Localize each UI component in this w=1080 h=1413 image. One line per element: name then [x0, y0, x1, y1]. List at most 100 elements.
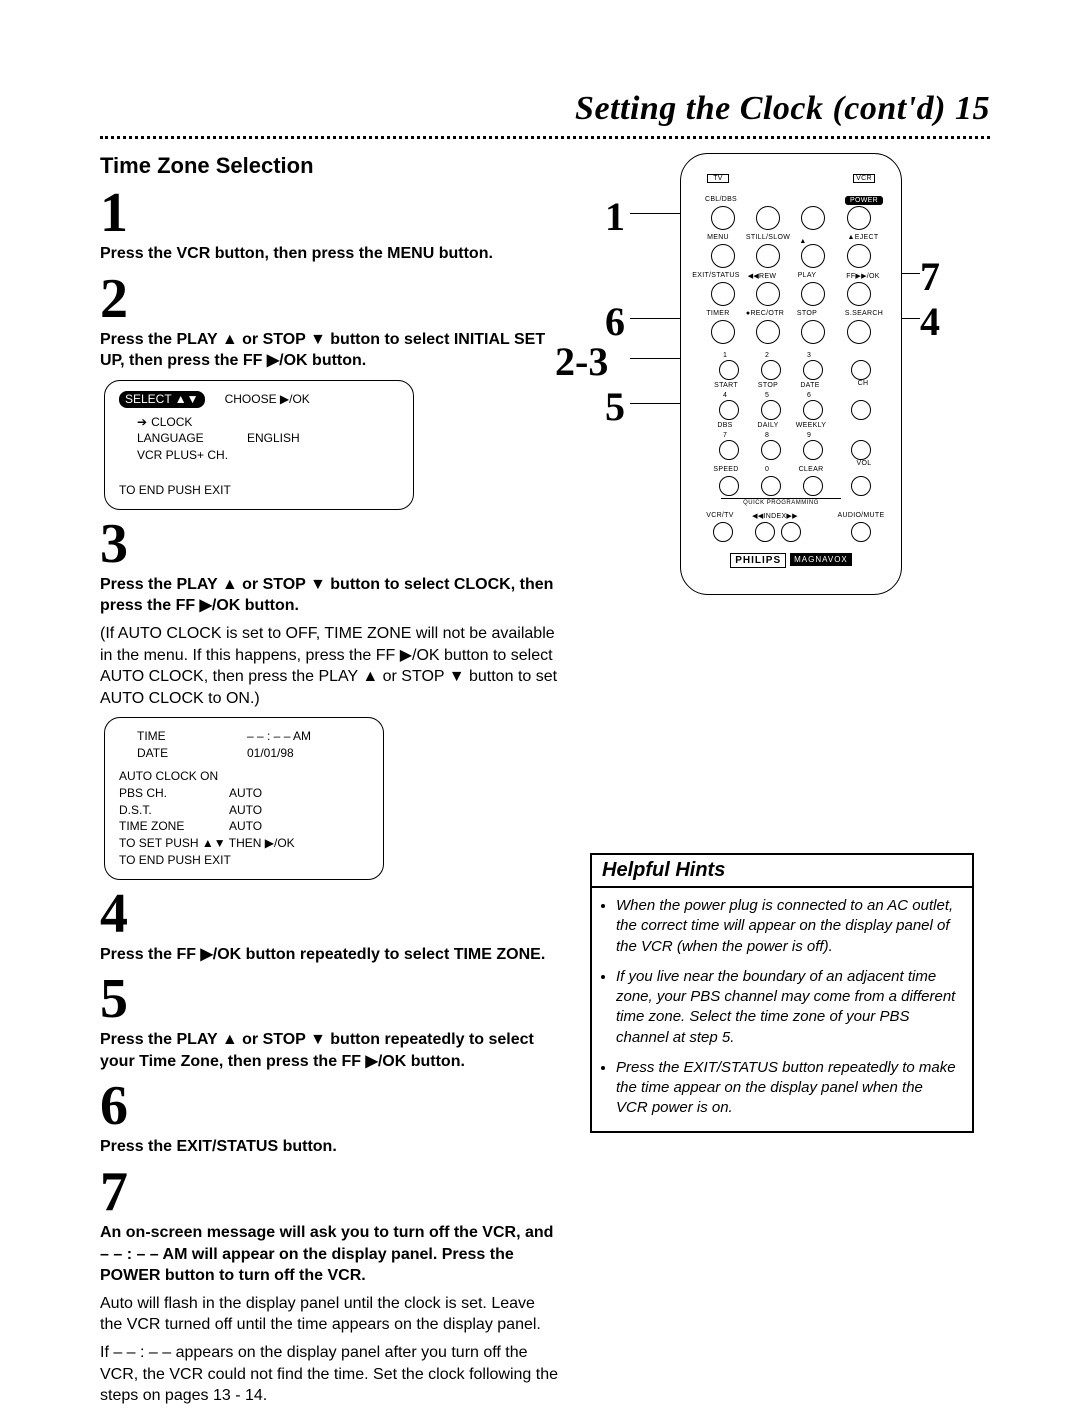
- lead-line: [630, 403, 680, 404]
- step-2-body: Press the PLAY ▲ or STOP ▼ button to sel…: [100, 329, 560, 372]
- remote-date-label: DATE: [797, 382, 823, 389]
- step-3-number: 3: [100, 516, 560, 572]
- section-title: Time Zone Selection: [100, 153, 560, 179]
- remote-audiomute-button: [851, 522, 871, 542]
- remote-n8: 8: [765, 432, 769, 439]
- step-7-number: 7: [100, 1164, 560, 1220]
- step-2-number: 2: [100, 271, 560, 327]
- brand-philips: PHILIPS: [730, 553, 786, 568]
- step-1-body: Press the VCR button, then press the MEN…: [100, 243, 560, 265]
- remote-rew-button: [756, 282, 780, 306]
- remote-n1: 1: [723, 352, 727, 359]
- remote-cbl-button: [711, 206, 735, 230]
- divider: [100, 136, 990, 139]
- remote-ch-label: CH: [851, 380, 875, 387]
- remote-clear-label: CLEAR: [795, 466, 827, 473]
- remote-speed-label: SPEED: [709, 466, 743, 473]
- remote-stop-label: STOP: [793, 310, 821, 317]
- hint-item: If you live near the boundary of an adja…: [616, 967, 958, 1048]
- remote-power-label: POWER: [845, 196, 883, 205]
- callout-5: 5: [605, 383, 625, 430]
- osd2-time-v: – – : – – AM: [247, 728, 369, 745]
- step-4-number: 4: [100, 886, 560, 942]
- step-5-body: Press the PLAY ▲ or STOP ▼ button repeat…: [100, 1029, 560, 1072]
- callout-1: 1: [605, 193, 625, 240]
- step-3-body: Press the PLAY ▲ or STOP ▼ button to sel…: [100, 574, 560, 617]
- remote-num-4: [719, 400, 739, 420]
- osd2-time-l: TIME: [137, 728, 247, 745]
- remote-n4: 4: [723, 392, 727, 399]
- remote-ssearch-label: S.SEARCH: [841, 310, 887, 317]
- osd2-tz-l: TIME ZONE: [119, 818, 229, 835]
- remote-exit-button: [711, 282, 735, 306]
- remote-weekly-label: WEEKLY: [793, 422, 829, 429]
- remote-num-8: [761, 440, 781, 460]
- remote-n3: 3: [807, 352, 811, 359]
- remote-speed-button: [719, 476, 739, 496]
- remote-n7: 7: [723, 432, 727, 439]
- helpful-hints-box: Helpful Hints When the power plug is con…: [590, 853, 974, 1133]
- osd2-pbs-l: PBS CH.: [119, 785, 229, 802]
- osd2-dst-l: D.S.T.: [119, 802, 229, 819]
- remote-tv-label: TV: [707, 174, 729, 183]
- osd2-pbs-v: AUTO: [229, 785, 369, 802]
- remote-audiomute-label: AUDIO/MUTE: [835, 512, 887, 519]
- remote-brand: PHILIPSMAGNAVOX: [681, 553, 901, 568]
- remote-menu-button: [711, 244, 735, 268]
- remote-ffok-button: [847, 282, 871, 306]
- remote-timer-button: [711, 320, 735, 344]
- remote-rec-button: [756, 320, 780, 344]
- osd1-lang-value: ENGLISH: [247, 430, 399, 447]
- remote-num-0: [761, 476, 781, 496]
- callout-7: 7: [920, 253, 940, 300]
- remote-num-9: [803, 440, 823, 460]
- remote-clear-button: [803, 476, 823, 496]
- remote-n5: 5: [765, 392, 769, 399]
- right-column: 1 7 6 4 2-3 5 TV VCR CBL/DBS: [590, 153, 990, 1413]
- step-6-body: Press the EXIT/STATUS button.: [100, 1136, 560, 1158]
- content: Time Zone Selection 1 Press the VCR butt…: [100, 153, 990, 1413]
- remote-ffok-label: FF▶▶/OK: [841, 272, 885, 280]
- remote-play-button: [801, 282, 825, 306]
- remote-vcrtv-label: VCR/TV: [703, 512, 737, 519]
- remote-index-l: [755, 522, 775, 542]
- remote-control: TV VCR CBL/DBS POWER MENU STILL/SLOW ▲: [680, 153, 902, 595]
- remote-button: [756, 206, 780, 230]
- osd2-set: TO SET PUSH ▲▼ THEN ▶/OK: [119, 835, 369, 852]
- remote-dbs-label: DBS: [713, 422, 737, 429]
- step-3-note: (If AUTO CLOCK is set to OFF, TIME ZONE …: [100, 623, 560, 709]
- step-5-number: 5: [100, 971, 560, 1027]
- remote-num-3: [803, 360, 823, 380]
- osd2-dst-v: AUTO: [229, 802, 369, 819]
- remote-n9: 9: [807, 432, 811, 439]
- step-6-number: 6: [100, 1078, 560, 1134]
- osd2-tz-v: AUTO: [229, 818, 369, 835]
- osd-clock-menu: TIME– – : – – AM DATE01/01/98 AUTO CLOCK…: [104, 717, 384, 879]
- osd1-lang-label: LANGUAGE: [137, 430, 247, 447]
- remote-rec-label: ●REC/OTR: [743, 310, 787, 317]
- remote-num-1: [719, 360, 739, 380]
- remote-timer-label: TIMER: [703, 310, 733, 317]
- step-7-note2: If – – : – – appears on the display pane…: [100, 1342, 560, 1407]
- remote-num-6: [803, 400, 823, 420]
- remote-eject-label: ▲EJECT: [845, 234, 881, 241]
- step-7-body: An on-screen message will ask you to tur…: [100, 1222, 560, 1287]
- remote-vol-up: [851, 440, 871, 460]
- osd1-clock: CLOCK: [119, 414, 399, 431]
- remote-stopL-label: STOP: [755, 382, 781, 389]
- osd2-date-v: 01/01/98: [247, 745, 369, 762]
- remote-ch-up: [851, 360, 871, 380]
- remote-vcrtv-button: [713, 522, 733, 542]
- osd1-choose: CHOOSE ▶/OK: [225, 391, 310, 408]
- remote-n2: 2: [765, 352, 769, 359]
- hint-item: When the power plug is connected to an A…: [616, 896, 958, 957]
- remote-n6: 6: [807, 392, 811, 399]
- remote-num-5: [761, 400, 781, 420]
- remote-stop-button: [801, 320, 825, 344]
- remote-body: TV VCR CBL/DBS POWER MENU STILL/SLOW ▲: [680, 153, 902, 595]
- remote-menu-label: MENU: [703, 234, 733, 241]
- remote-start-label: START: [711, 382, 741, 389]
- osd1-vcrplus: VCR PLUS+ CH.: [119, 447, 399, 464]
- remote-vol-label: VOL: [851, 460, 877, 467]
- osd1-select: SELECT ▲▼: [119, 391, 205, 408]
